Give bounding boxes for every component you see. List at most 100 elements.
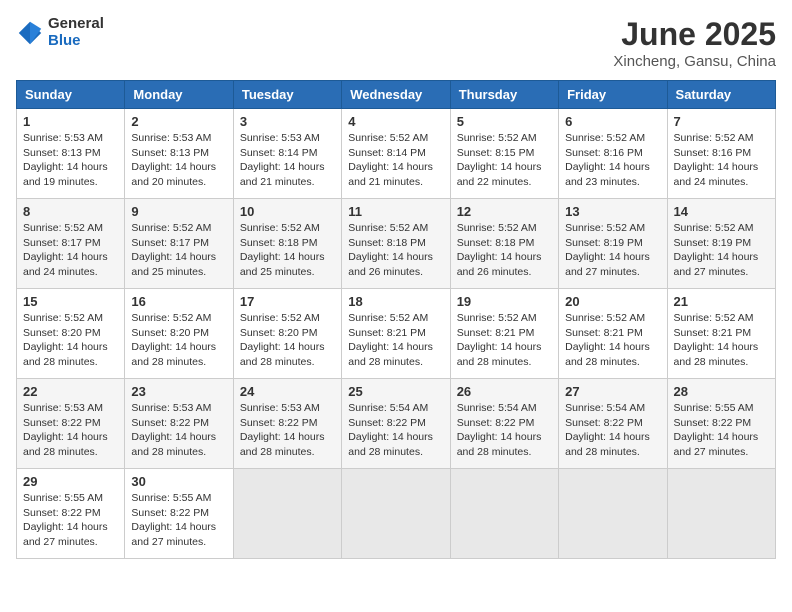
calendar-body: 1 Sunrise: 5:53 AMSunset: 8:13 PMDaylight…	[17, 109, 776, 559]
day-info: Sunrise: 5:52 AMSunset: 8:18 PMDaylight:…	[457, 222, 542, 278]
day-number: 10	[240, 204, 335, 219]
day-info: Sunrise: 5:52 AMSunset: 8:20 PMDaylight:…	[240, 312, 325, 368]
calendar-cell: 11 Sunrise: 5:52 AMSunset: 8:18 PMDayligh…	[342, 199, 450, 289]
logo-general-text: General	[48, 16, 104, 33]
calendar-title: June 2025	[613, 16, 776, 53]
logo: General Blue	[16, 16, 104, 49]
day-number: 28	[674, 384, 769, 399]
day-info: Sunrise: 5:52 AMSunset: 8:18 PMDaylight:…	[240, 222, 325, 278]
day-number: 18	[348, 294, 443, 309]
day-info: Sunrise: 5:52 AMSunset: 8:17 PMDaylight:…	[131, 222, 216, 278]
calendar-cell	[342, 469, 450, 559]
day-info: Sunrise: 5:52 AMSunset: 8:14 PMDaylight:…	[348, 132, 433, 188]
calendar-cell: 30Sunrise: 5:55 AMSunset: 8:22 PMDayligh…	[125, 469, 233, 559]
day-info: Sunrise: 5:52 AMSunset: 8:21 PMDaylight:…	[457, 312, 542, 368]
day-info: Sunrise: 5:52 AMSunset: 8:20 PMDaylight:…	[23, 312, 108, 368]
day-info: Sunrise: 5:53 AMSunset: 8:22 PMDaylight:…	[23, 402, 108, 458]
calendar-subtitle: Xincheng, Gansu, China	[613, 53, 776, 70]
day-info: Sunrise: 5:52 AMSunset: 8:16 PMDaylight:…	[674, 132, 759, 188]
day-number: 1	[23, 114, 118, 129]
calendar-cell: 6Sunrise: 5:52 AMSunset: 8:16 PMDaylight…	[559, 109, 667, 199]
day-number: 8	[23, 204, 118, 219]
header-cell-thursday: Thursday	[450, 81, 558, 109]
calendar-cell: 10 Sunrise: 5:52 AMSunset: 8:18 PMDayligh…	[233, 199, 341, 289]
calendar-week-row: 8 Sunrise: 5:52 AMSunset: 8:17 PMDaylight…	[17, 199, 776, 289]
calendar-cell: 13Sunrise: 5:52 AMSunset: 8:19 PMDayligh…	[559, 199, 667, 289]
day-number: 4	[348, 114, 443, 129]
calendar-week-row: 1 Sunrise: 5:53 AMSunset: 8:13 PMDaylight…	[17, 109, 776, 199]
day-number: 17	[240, 294, 335, 309]
calendar-cell: 19Sunrise: 5:52 AMSunset: 8:21 PMDayligh…	[450, 289, 558, 379]
header-cell-saturday: Saturday	[667, 81, 775, 109]
day-info: Sunrise: 5:53 AMSunset: 8:14 PMDaylight:…	[240, 132, 325, 188]
calendar-cell: 1 Sunrise: 5:53 AMSunset: 8:13 PMDaylight…	[17, 109, 125, 199]
calendar-cell: 15 Sunrise: 5:52 AMSunset: 8:20 PMDayligh…	[17, 289, 125, 379]
day-number: 25	[348, 384, 443, 399]
calendar-cell: 8 Sunrise: 5:52 AMSunset: 8:17 PMDaylight…	[17, 199, 125, 289]
day-info: Sunrise: 5:52 AMSunset: 8:20 PMDaylight:…	[131, 312, 216, 368]
day-number: 3	[240, 114, 335, 129]
day-info: Sunrise: 5:53 AMSunset: 8:22 PMDaylight:…	[131, 402, 216, 458]
day-number: 26	[457, 384, 552, 399]
calendar-cell	[667, 469, 775, 559]
calendar-cell: 25 Sunrise: 5:54 AMSunset: 8:22 PMDayligh…	[342, 379, 450, 469]
calendar-cell: 22 Sunrise: 5:53 AMSunset: 8:22 PMDayligh…	[17, 379, 125, 469]
day-info: Sunrise: 5:53 AMSunset: 8:22 PMDaylight:…	[240, 402, 325, 458]
day-info: Sunrise: 5:55 AMSunset: 8:22 PMDaylight:…	[131, 492, 216, 548]
day-info: Sunrise: 5:52 AMSunset: 8:18 PMDaylight:…	[348, 222, 433, 278]
day-number: 23	[131, 384, 226, 399]
day-info: Sunrise: 5:52 AMSunset: 8:15 PMDaylight:…	[457, 132, 542, 188]
day-number: 15	[23, 294, 118, 309]
day-info: Sunrise: 5:53 AMSunset: 8:13 PMDaylight:…	[23, 132, 108, 188]
day-number: 5	[457, 114, 552, 129]
calendar-cell: 3 Sunrise: 5:53 AMSunset: 8:14 PMDaylight…	[233, 109, 341, 199]
day-info: Sunrise: 5:53 AMSunset: 8:13 PMDaylight:…	[131, 132, 216, 188]
day-number: 16	[131, 294, 226, 309]
calendar-cell	[559, 469, 667, 559]
calendar-week-row: 22 Sunrise: 5:53 AMSunset: 8:22 PMDayligh…	[17, 379, 776, 469]
header-cell-sunday: Sunday	[17, 81, 125, 109]
day-number: 21	[674, 294, 769, 309]
day-number: 22	[23, 384, 118, 399]
calendar-cell: 29Sunrise: 5:55 AMSunset: 8:22 PMDayligh…	[17, 469, 125, 559]
calendar-table: SundayMondayTuesdayWednesdayThursdayFrid…	[16, 80, 776, 559]
calendar-cell: 23 Sunrise: 5:53 AMSunset: 8:22 PMDayligh…	[125, 379, 233, 469]
day-info: Sunrise: 5:52 AMSunset: 8:21 PMDaylight:…	[348, 312, 433, 368]
header-cell-friday: Friday	[559, 81, 667, 109]
day-number: 13	[565, 204, 660, 219]
calendar-cell: 7 Sunrise: 5:52 AMSunset: 8:16 PMDaylight…	[667, 109, 775, 199]
calendar-cell: 2 Sunrise: 5:53 AMSunset: 8:13 PMDaylight…	[125, 109, 233, 199]
day-info: Sunrise: 5:54 AMSunset: 8:22 PMDaylight:…	[348, 402, 433, 458]
day-info: Sunrise: 5:52 AMSunset: 8:19 PMDaylight:…	[674, 222, 759, 278]
day-info: Sunrise: 5:52 AMSunset: 8:21 PMDaylight:…	[565, 312, 650, 368]
day-info: Sunrise: 5:52 AMSunset: 8:21 PMDaylight:…	[674, 312, 759, 368]
calendar-cell: 27 Sunrise: 5:54 AMSunset: 8:22 PMDayligh…	[559, 379, 667, 469]
calendar-header: SundayMondayTuesdayWednesdayThursdayFrid…	[17, 81, 776, 109]
day-number: 29	[23, 474, 118, 489]
calendar-cell: 26 Sunrise: 5:54 AMSunset: 8:22 PMDayligh…	[450, 379, 558, 469]
calendar-week-row: 29 Sunrise: 5:55 AMSunset: 8:22 PMDayligh…	[17, 469, 776, 559]
day-number: 14	[674, 204, 769, 219]
header-cell-wednesday: Wednesday	[342, 81, 450, 109]
calendar-cell: 21 Sunrise: 5:52 AMSunset: 8:21 PMDayligh…	[667, 289, 775, 379]
day-number: 27	[565, 384, 660, 399]
calendar-cell: 14 Sunrise: 5:52 AMSunset: 8:19 PMDayligh…	[667, 199, 775, 289]
logo-blue-text: Blue	[48, 33, 104, 50]
header: General Blue June 2025 Xincheng, Gansu, …	[16, 16, 776, 70]
header-cell-monday: Monday	[125, 81, 233, 109]
header-cell-tuesday: Tuesday	[233, 81, 341, 109]
day-number: 7	[674, 114, 769, 129]
day-number: 2	[131, 114, 226, 129]
day-number: 12	[457, 204, 552, 219]
calendar-cell	[233, 469, 341, 559]
title-area: June 2025 Xincheng, Gansu, China	[613, 16, 776, 70]
calendar-cell: 18 Sunrise: 5:52 AMSunset: 8:21 PMDayligh…	[342, 289, 450, 379]
day-info: Sunrise: 5:54 AMSunset: 8:22 PMDaylight:…	[457, 402, 542, 458]
day-number: 9	[131, 204, 226, 219]
day-number: 11	[348, 204, 443, 219]
day-info: Sunrise: 5:54 AMSunset: 8:22 PMDaylight:…	[565, 402, 650, 458]
day-info: Sunrise: 5:52 AMSunset: 8:17 PMDaylight:…	[23, 222, 108, 278]
calendar-cell: 12 Sunrise: 5:52 AMSunset: 8:18 PMDayligh…	[450, 199, 558, 289]
logo-icon	[16, 19, 44, 47]
calendar-cell: 28Sunrise: 5:55 AMSunset: 8:22 PMDayligh…	[667, 379, 775, 469]
